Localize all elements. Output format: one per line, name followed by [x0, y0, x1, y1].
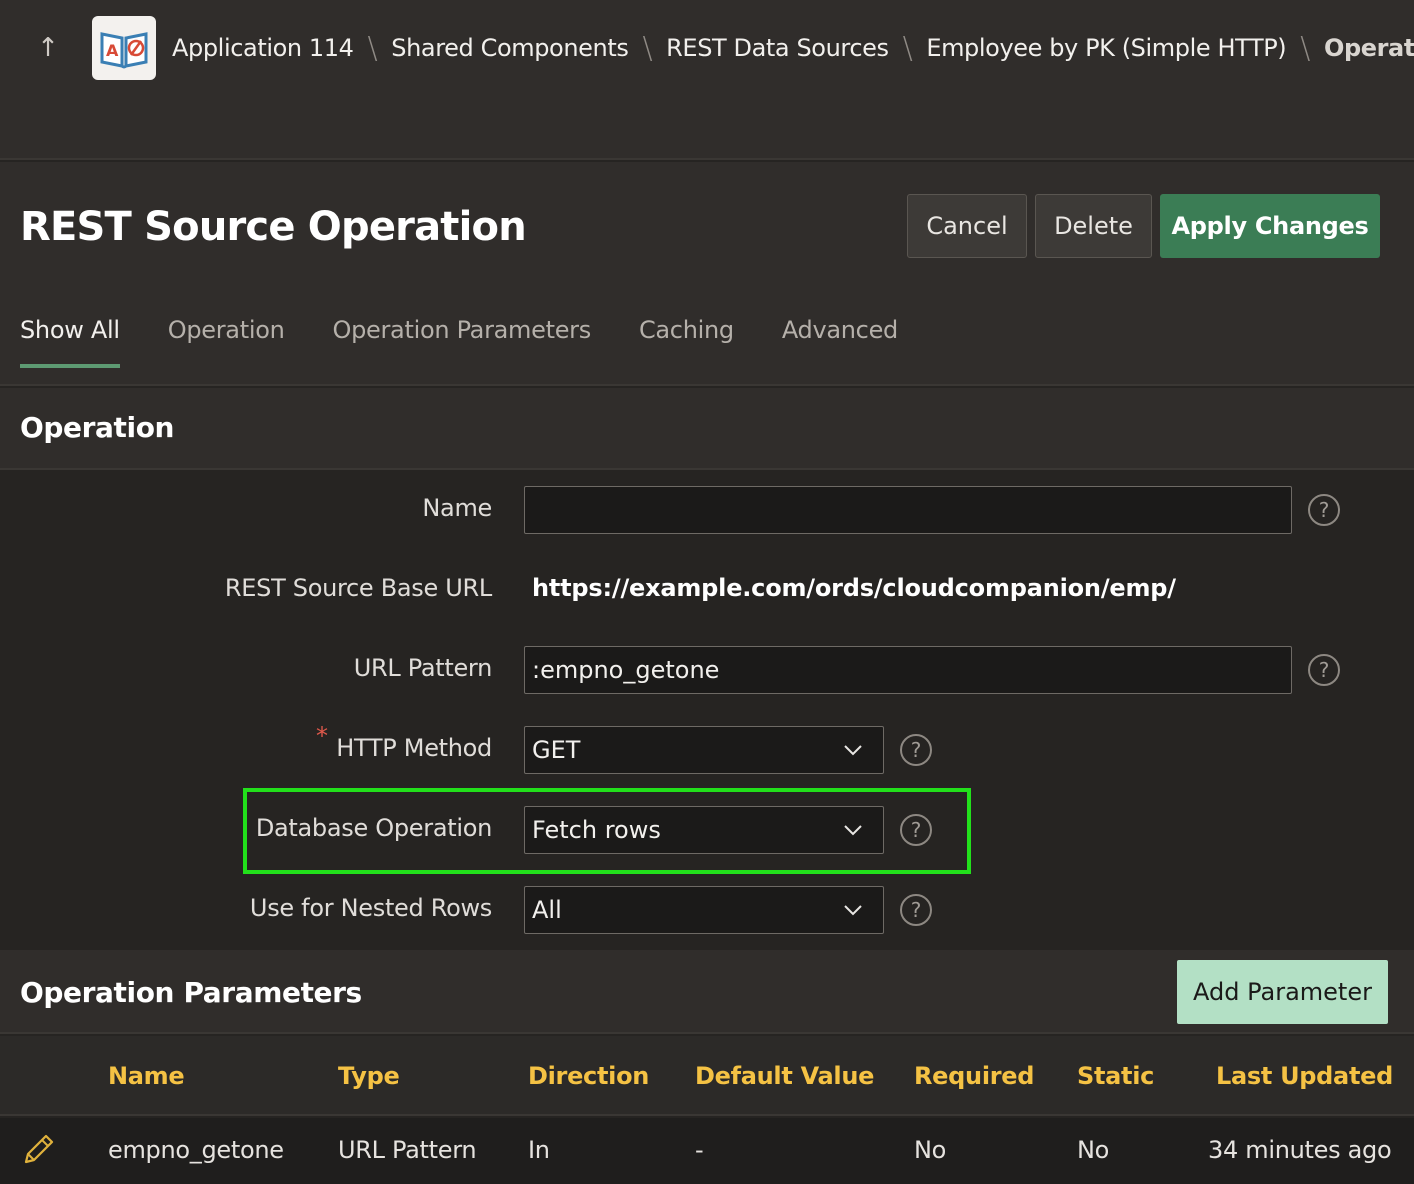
tab-show-all[interactable]: Show All [20, 308, 120, 368]
pencil-edit-icon[interactable] [20, 1132, 56, 1168]
operation-region-header [0, 388, 1414, 470]
breadcrumb: Application 114 \ Shared Components \ RE… [172, 28, 1414, 68]
column-header-name[interactable]: Name [108, 1062, 185, 1090]
http-method-select[interactable]: GET [524, 726, 884, 774]
column-header-default-value[interactable]: Default Value [695, 1062, 874, 1090]
base-url-label: REST Source Base URL [224, 574, 492, 602]
tab-advanced[interactable]: Advanced [782, 308, 898, 368]
base-url-value: https://example.com/ords/cloudcompanion/… [532, 574, 1176, 602]
cell-static: No [1077, 1136, 1110, 1164]
nested-rows-label: Use for Nested Rows [249, 894, 492, 922]
database-operation-label: Database Operation [255, 814, 492, 842]
help-icon[interactable]: ? [900, 814, 932, 846]
cancel-button[interactable]: Cancel [907, 194, 1027, 258]
tab-operation-parameters[interactable]: Operation Parameters [333, 308, 592, 368]
help-icon[interactable]: ? [1308, 494, 1340, 526]
database-operation-value: Fetch rows [532, 816, 661, 844]
breadcrumb-employee-by-pk[interactable]: Employee by PK (Simple HTTP) [926, 34, 1286, 62]
add-parameter-button[interactable]: Add Parameter [1177, 960, 1388, 1024]
apply-changes-button[interactable]: Apply Changes [1160, 194, 1380, 258]
help-icon[interactable]: ? [900, 734, 932, 766]
arrow-up-icon[interactable]: ↑ [34, 30, 62, 66]
cell-name: empno_getone [108, 1136, 284, 1164]
breadcrumb-separator: \ [1300, 30, 1310, 66]
chevron-down-icon [844, 825, 862, 836]
help-icon[interactable]: ? [1308, 654, 1340, 686]
column-header-last-updated[interactable]: Last Updated [1216, 1062, 1393, 1090]
operation-region-title: Operation [20, 411, 175, 444]
nested-rows-select[interactable]: All [524, 886, 884, 934]
delete-button[interactable]: Delete [1035, 194, 1152, 258]
column-header-required[interactable]: Required [914, 1062, 1034, 1090]
breadcrumb-application[interactable]: Application 114 [172, 34, 354, 62]
breadcrumb-separator: \ [642, 30, 653, 66]
tab-bar: Show All Operation Operation Parameters … [20, 308, 946, 368]
url-pattern-input[interactable]: :empno_getone [524, 646, 1292, 694]
tab-operation[interactable]: Operation [168, 308, 285, 368]
breadcrumb-operation: Operation [1323, 34, 1414, 62]
column-header-static[interactable]: Static [1077, 1062, 1154, 1090]
column-header-type[interactable]: Type [338, 1062, 400, 1090]
top-bar [0, 0, 1414, 160]
http-method-value: GET [532, 736, 581, 764]
nested-rows-value: All [532, 896, 562, 924]
parameters-region-title: Operation Parameters [20, 976, 362, 1009]
help-icon[interactable]: ? [900, 894, 932, 926]
cell-type: URL Pattern [338, 1136, 477, 1164]
chevron-down-icon [844, 745, 862, 756]
breadcrumb-separator: \ [367, 30, 378, 66]
breadcrumb-rest-data-sources[interactable]: REST Data Sources [666, 34, 889, 62]
column-header-direction[interactable]: Direction [528, 1062, 649, 1090]
tab-caching[interactable]: Caching [639, 308, 734, 368]
breadcrumb-shared-components[interactable]: Shared Components [391, 34, 629, 62]
cell-default-value: - [695, 1136, 704, 1164]
cell-last-updated: 34 minutes ago [1208, 1136, 1392, 1164]
page-title: REST Source Operation [20, 204, 527, 250]
breadcrumb-separator: \ [902, 30, 913, 66]
chevron-down-icon [844, 905, 862, 916]
cell-direction: In [528, 1136, 550, 1164]
cell-required: No [914, 1136, 947, 1164]
http-method-label: HTTP Method [336, 734, 492, 762]
svg-text:A: A [106, 41, 119, 60]
app-book-icon[interactable]: A [92, 16, 156, 80]
database-operation-select[interactable]: Fetch rows [524, 806, 884, 854]
name-label: Name [422, 494, 492, 522]
name-input[interactable] [524, 486, 1292, 534]
url-pattern-label: URL Pattern [353, 654, 493, 682]
